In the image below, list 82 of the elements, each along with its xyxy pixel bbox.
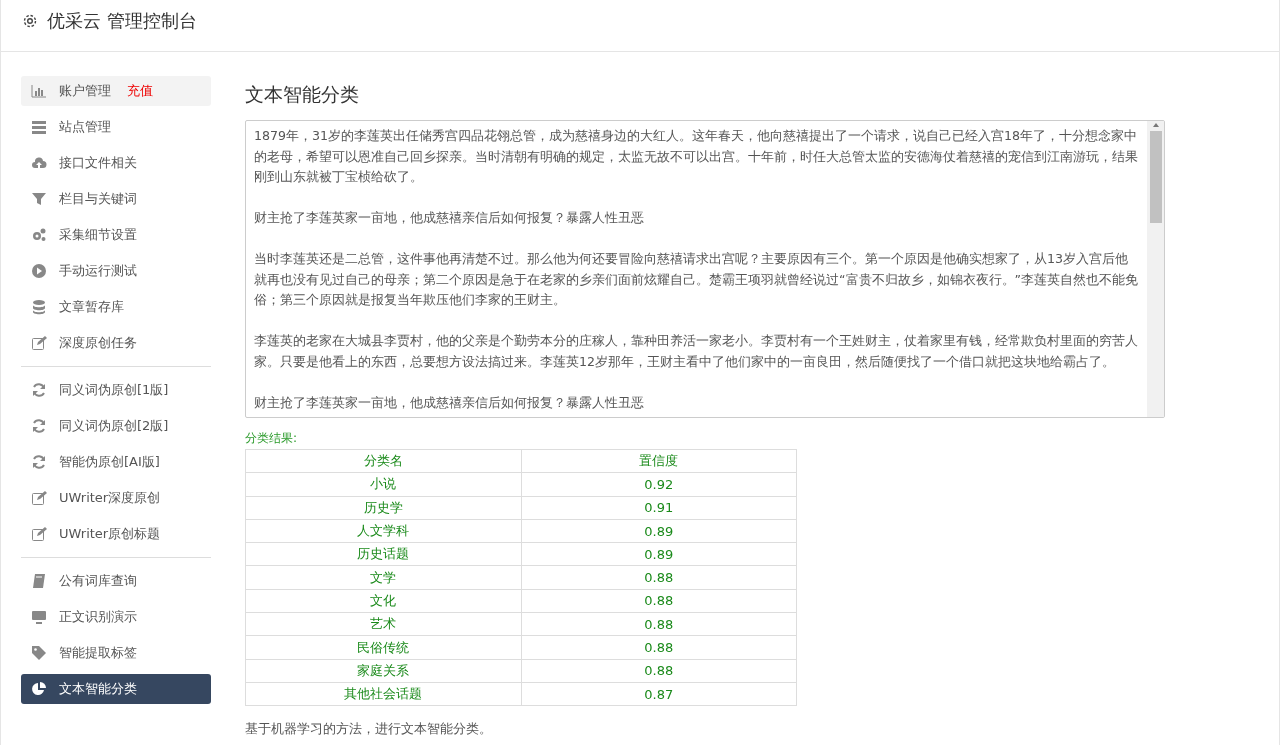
table-cell: 人文学科 <box>245 519 521 543</box>
sidebar-item[interactable]: 接口文件相关 <box>21 148 211 178</box>
table-cell: 文学 <box>245 566 521 590</box>
app-title: 优采云 管理控制台 <box>47 8 197 33</box>
table-cell: 家庭关系 <box>245 659 521 683</box>
sidebar-item[interactable]: 智能伪原创[AI版] <box>21 447 211 477</box>
table-cell: 0.88 <box>521 566 797 590</box>
recharge-link[interactable]: 充值 <box>127 82 153 100</box>
sidebar-item-label: 文本智能分类 <box>59 680 137 698</box>
sidebar-item-label: 采集细节设置 <box>59 226 137 244</box>
table-cell: 小说 <box>245 472 521 497</box>
table-cell: 0.88 <box>521 635 797 660</box>
sidebar-item-label: 智能伪原创[AI版] <box>59 453 160 471</box>
refresh-icon <box>31 454 47 470</box>
sidebar-item-label: 正文识别演示 <box>59 608 137 626</box>
table-cell: 0.92 <box>521 472 797 497</box>
sidebar-item[interactable]: UWriter原创标题 <box>21 519 211 549</box>
table-cell: 0.88 <box>521 589 797 613</box>
sidebar-item[interactable]: 文本智能分类 <box>21 674 211 704</box>
sidebar-item-label: 手动运行测试 <box>59 262 137 280</box>
edit-icon <box>31 335 47 351</box>
sidebar-item[interactable]: 智能提取标签 <box>21 638 211 668</box>
sidebar-item-label: UWriter原创标题 <box>59 525 161 543</box>
sidebar-item-label: 接口文件相关 <box>59 154 137 172</box>
database-icon <box>31 299 47 315</box>
monitor-icon <box>31 609 47 625</box>
table-cell: 0.89 <box>521 519 797 543</box>
sidebar-item-label: 文章暂存库 <box>59 298 124 316</box>
tag-icon <box>31 645 47 661</box>
sidebar-item-label: 账户管理 <box>59 82 111 100</box>
text-input-area[interactable]: 1879年，31岁的李莲英出任储秀宫四品花翎总管，成为慈禧身边的大红人。这年春天，他向慈禧提出了一个请求，说自己已经入宫18年了，十分想念家中的老母，希望可以恩准自己回乡探亲。当时清朝有明确的规定，太监无故不可以出宫。十年前，时任大总管太监的安德海仗着慈禧的宠信到江南游玩，结果刚到山东就被丁宝桢给砍了。 财主抢了李莲英家一亩地，他成慈禧亲信后如何报复？暴露人性丑恶 当时李莲英还是二总管，这件事他再清楚不过。那么他为何还要冒险向慈禧请求出宫呢？主要原因有三个。第一个原因是他确实想家了，从13岁入宫后他就再也没有见过自己的母亲；第二个原因是急于在老家的乡亲们面前炫耀自己。楚霸王项羽就曾经说过“富贵不归故乡，如锦衣夜行。”李莲英自然也不能免俗；第三个原因就是报复当年欺压他们李家的王财主。 李莲英的老家在大城县李贾村，他的父亲是个勤劳本分的庄稼人，靠种田养活一家老小。李贾村有一个王姓财主，仗着家里有钱，经常欺负村里面的穷苦人家。只要是他看上的东西，总要想方设法搞过来。李莲英12岁那年，王财主看中了他们家中的一亩良田，然后随便找了一个借口就把这块地给霸占了。 财主抢了李莲英家一亩地，他成慈禧亲信后如何报复？暴露人性丑恶 <box>245 120 1165 418</box>
column-header: 分类名 <box>245 449 521 473</box>
sidebar-item[interactable]: 站点管理 <box>21 112 211 142</box>
result-label: 分类结果: <box>245 430 299 447</box>
column-header: 置信度 <box>521 449 797 473</box>
sidebar-item[interactable]: 公有词库查询 <box>21 566 211 596</box>
bar-chart-icon <box>31 83 47 99</box>
sidebar-item-label: 站点管理 <box>59 118 111 136</box>
sidebar-item[interactable]: UWriter深度原创 <box>21 483 211 513</box>
table-cell: 历史学 <box>245 496 521 520</box>
table-cell: 0.87 <box>521 682 797 706</box>
table-cell: 艺术 <box>245 612 521 636</box>
sidebar-item[interactable]: 栏目与关键词 <box>21 184 211 214</box>
description-text: 基于机器学习的方法，进行文本智能分类。 <box>245 720 493 739</box>
filter-icon <box>31 191 47 207</box>
refresh-icon <box>31 418 47 434</box>
table-cell: 文化 <box>245 589 521 613</box>
server-icon <box>31 119 47 135</box>
book-icon <box>31 573 47 589</box>
sidebar-item[interactable]: 手动运行测试 <box>21 256 211 286</box>
scroll-up-icon[interactable] <box>1151 121 1160 129</box>
page-heading: 文本智能分类 <box>245 82 360 107</box>
cloud-upload-icon <box>31 155 47 171</box>
sidebar-item-label: 智能提取标签 <box>59 644 137 662</box>
edit-icon <box>31 490 47 506</box>
gears-icon <box>31 227 47 243</box>
sidebar-item-label: 同义词伪原创[1版] <box>59 381 169 399</box>
sidebar-item-label: 同义词伪原创[2版] <box>59 417 169 435</box>
scrollbar-thumb[interactable] <box>1149 131 1162 223</box>
play-icon <box>31 263 47 279</box>
table-cell: 0.88 <box>521 612 797 636</box>
sidebar-item-label: 深度原创任务 <box>59 334 137 352</box>
sidebar-item-label: 栏目与关键词 <box>59 190 137 208</box>
table-cell: 其他社会话题 <box>245 682 521 706</box>
scrollbar[interactable] <box>1147 121 1164 417</box>
sidebar-item[interactable]: 正文识别演示 <box>21 602 211 632</box>
table-cell: 0.89 <box>521 542 797 566</box>
refresh-icon <box>31 382 47 398</box>
sidebar-item[interactable]: 深度原创任务 <box>21 328 211 358</box>
table-cell: 历史话题 <box>245 542 521 566</box>
sidebar-item[interactable]: 同义词伪原创[2版] <box>21 411 211 441</box>
edit-icon <box>31 526 47 542</box>
sidebar-item-label: 公有词库查询 <box>59 572 137 590</box>
pie-chart-icon <box>31 681 47 697</box>
table-cell: 民俗传统 <box>245 635 521 660</box>
table-cell: 0.88 <box>521 659 797 683</box>
sidebar-item[interactable]: 文章暂存库 <box>21 292 211 322</box>
sidebar-item[interactable]: 同义词伪原创[1版] <box>21 375 211 405</box>
sidebar-item[interactable]: 采集细节设置 <box>21 220 211 250</box>
sidebar-item-label: UWriter深度原创 <box>59 489 161 507</box>
sidebar-item[interactable]: 账户管理 充值 <box>21 76 211 106</box>
table-cell: 0.91 <box>521 496 797 520</box>
